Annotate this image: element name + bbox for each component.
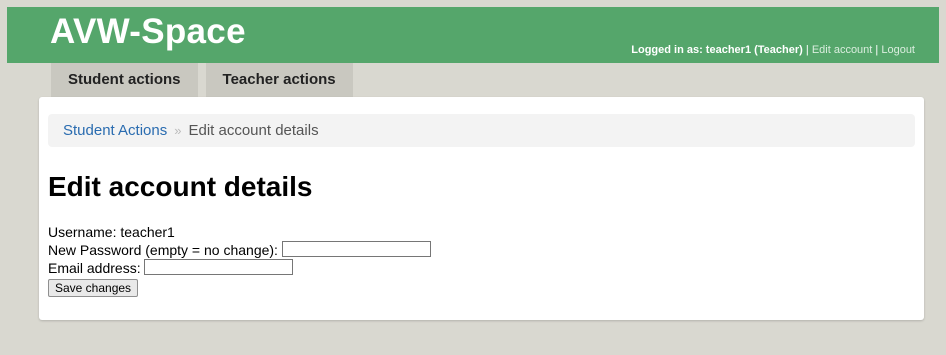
breadcrumb-student-actions-link[interactable]: Student Actions — [63, 122, 167, 139]
content-panel: Student Actions » Edit account details Edi… — [39, 97, 924, 320]
username-row: Username: teacher1 — [48, 223, 431, 241]
separator: | — [875, 44, 879, 56]
tab-teacher-actions[interactable]: Teacher actions — [205, 63, 353, 97]
separator: | — [805, 44, 809, 56]
username-label: Username: teacher1 — [48, 224, 175, 240]
email-label: Email address: — [48, 260, 141, 276]
page-title: Edit account details — [48, 171, 313, 202]
save-changes-button[interactable]: Save changes — [48, 279, 139, 297]
logged-in-text: Logged in as: teacher1 (Teacher) — [631, 44, 803, 56]
tab-student-actions[interactable]: Student actions — [51, 63, 198, 97]
edit-account-form: Username: teacher1 New Password (empty =… — [48, 223, 431, 297]
user-bar: Logged in as: teacher1 (Teacher) | Edit … — [631, 43, 915, 57]
nav-tabs: Student actions Teacher actions — [51, 63, 361, 97]
password-label: New Password (empty = no change): — [48, 242, 278, 258]
breadcrumb: Student Actions » Edit account details — [48, 114, 915, 147]
password-input[interactable] — [281, 241, 431, 257]
header-bar: AVW-Space Logged in as: teacher1 (Teache… — [7, 7, 939, 63]
breadcrumb-current: Edit account details — [188, 122, 319, 139]
edit-account-link[interactable]: Edit account — [812, 44, 873, 56]
brand-logo[interactable]: AVW-Space — [50, 9, 246, 55]
logout-link[interactable]: Logout — [881, 44, 915, 56]
password-row: New Password (empty = no change): — [48, 241, 431, 259]
email-input[interactable] — [144, 259, 294, 275]
email-row: Email address: — [48, 259, 431, 277]
breadcrumb-separator: » — [174, 123, 182, 138]
